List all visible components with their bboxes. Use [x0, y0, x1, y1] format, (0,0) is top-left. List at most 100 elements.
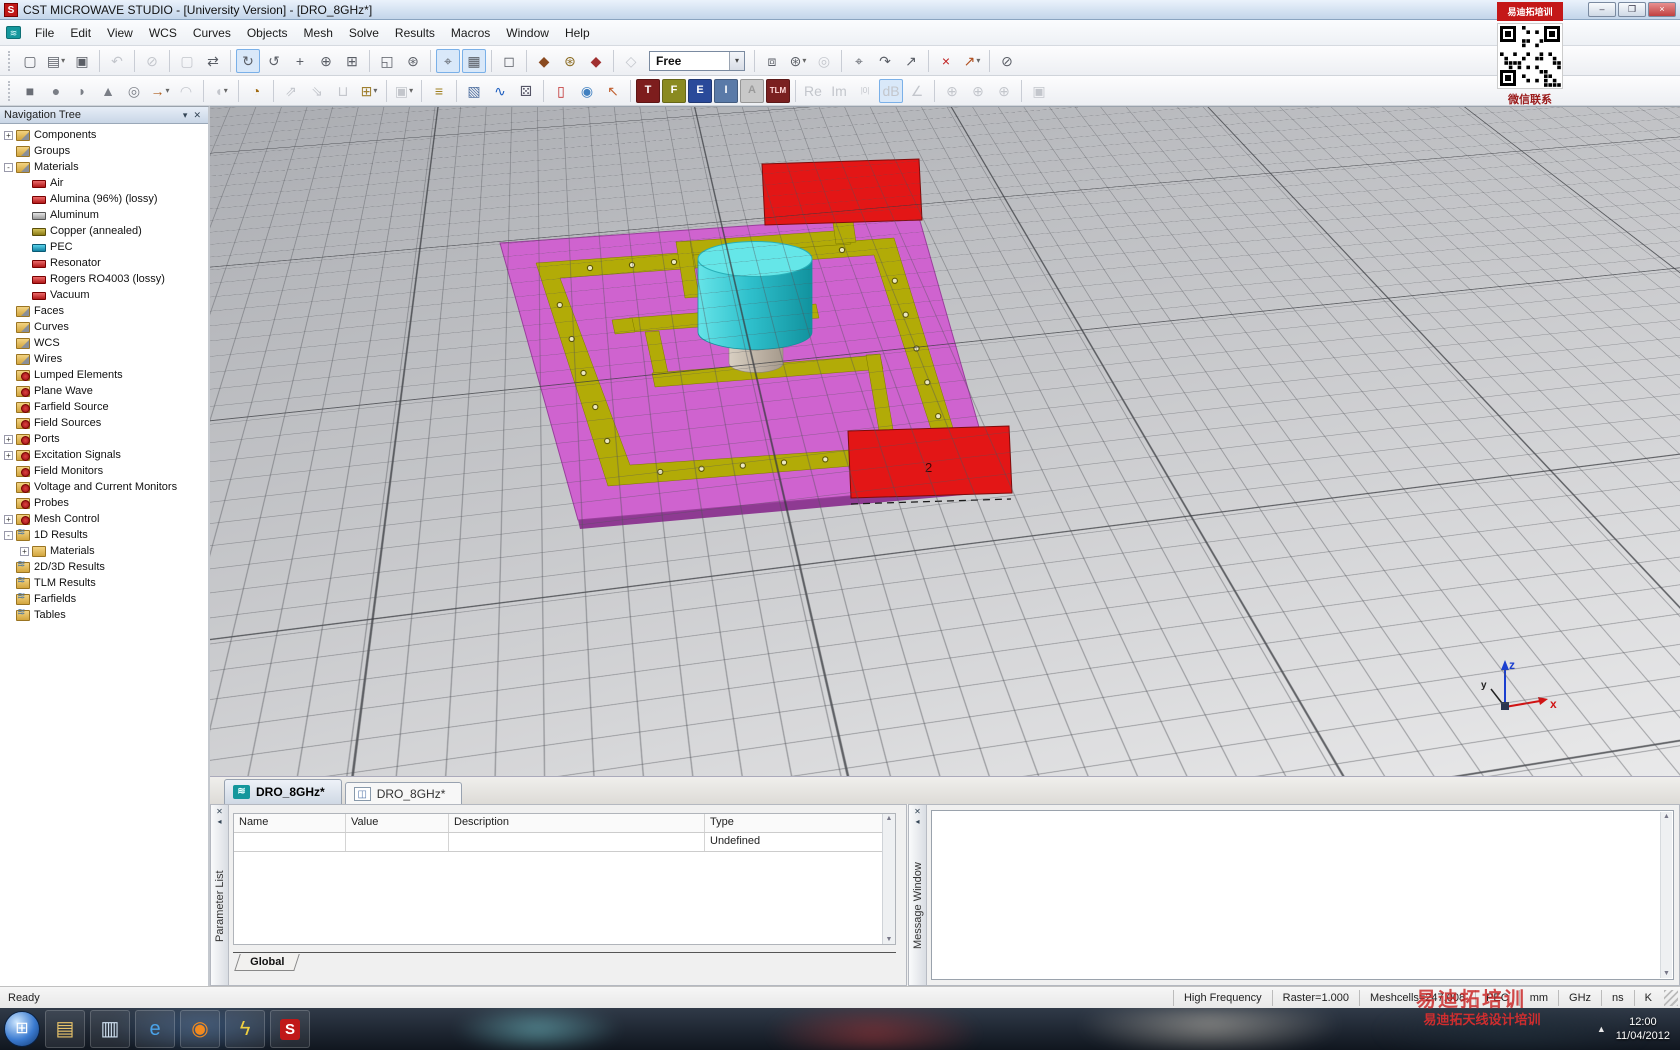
blend-icon[interactable]: ◖ ▾: [209, 79, 233, 103]
taskbar-cst-studio-icon[interactable]: S: [270, 1010, 310, 1048]
tree-item-voltage-and-current-monitors[interactable]: Voltage and Current Monitors: [0, 479, 208, 495]
tree-item-tlm-results[interactable]: TLM Results: [0, 575, 208, 591]
column-header-name[interactable]: Name: [234, 814, 346, 832]
create-torus-icon[interactable]: ◎: [122, 79, 146, 103]
tree-item-copper-annealed[interactable]: Copper (annealed): [0, 223, 208, 239]
panel-close-icon[interactable]: ✕: [216, 807, 223, 817]
parameter-table-scrollbar[interactable]: ▲ ▼: [882, 814, 895, 944]
new-component-icon[interactable]: ⊞ ▾: [357, 79, 381, 103]
tree-expander-icon[interactable]: +: [4, 514, 13, 524]
tree-item-ports[interactable]: + Ports: [0, 431, 208, 447]
abort-icon[interactable]: ⊘: [140, 49, 164, 73]
align-wcs-icon[interactable]: ↷: [873, 49, 897, 73]
units-icon[interactable]: ≡: [427, 79, 451, 103]
frequency-range-icon[interactable]: ∿: [488, 79, 512, 103]
tree-expander-icon[interactable]: -: [4, 162, 13, 172]
tree-item-air[interactable]: Air: [0, 175, 208, 191]
time-solver-icon[interactable]: T: [636, 78, 660, 103]
menu-wcs[interactable]: WCS: [141, 24, 185, 42]
global-parameters-tab[interactable]: Global: [234, 954, 300, 971]
tree-item-rogers-ro4003-lossy[interactable]: Rogers RO4003 (lossy): [0, 271, 208, 287]
loft-icon[interactable]: ◠: [174, 79, 198, 103]
chevron-down-icon[interactable]: ▾: [165, 86, 169, 95]
tree-item-resonator[interactable]: Resonator: [0, 255, 208, 271]
reset-view-icon[interactable]: ◱: [375, 49, 399, 73]
boundary-conditions-icon[interactable]: ⚄: [514, 79, 538, 103]
column-header-description[interactable]: Description: [449, 814, 705, 832]
create-sphere-icon[interactable]: ●: [44, 79, 68, 103]
rotate-in-plane-icon[interactable]: ↺: [262, 49, 286, 73]
minimize-button[interactable]: –: [1588, 2, 1616, 17]
show-working-plane-raster-icon[interactable]: ▦: [462, 48, 486, 73]
transform-wcs-icon[interactable]: ↗: [899, 49, 923, 73]
chevron-down-icon[interactable]: ▾: [61, 56, 65, 65]
toolbar-grip[interactable]: [8, 80, 11, 101]
tree-item-farfield-source[interactable]: Farfield Source: [0, 399, 208, 415]
working-plane-properties-icon[interactable]: ⧈: [760, 49, 784, 73]
menu-help[interactable]: Help: [557, 24, 598, 42]
tree-expander-icon[interactable]: +: [20, 546, 29, 556]
column-header-value[interactable]: Value: [346, 814, 449, 832]
export-results-icon[interactable]: ▣: [1027, 79, 1051, 103]
history-list-icon[interactable]: ◔: [244, 79, 268, 103]
tree-expander-icon[interactable]: -: [4, 530, 13, 540]
tree-item-field-sources[interactable]: Field Sources: [0, 415, 208, 431]
pick-pointer-icon[interactable]: ↖: [601, 79, 625, 103]
plot-magnitude-icon[interactable]: |0|: [853, 79, 877, 103]
tree-item-2d-3d-results[interactable]: 2D/3D Results: [0, 559, 208, 575]
tree-item-lumped-elements[interactable]: Lumped Elements: [0, 367, 208, 383]
taskbar-firefox-icon[interactable]: ◉: [180, 1010, 220, 1048]
pick-mode-combo[interactable]: Free ▾: [649, 50, 745, 71]
scroll-down-icon[interactable]: ▼: [886, 936, 893, 943]
plot-real-icon[interactable]: Re: [801, 79, 825, 103]
tree-expander-icon[interactable]: +: [4, 130, 13, 140]
boolean-tool-icon[interactable]: ⊔: [331, 79, 355, 103]
tree-item-materials[interactable]: - Materials: [0, 159, 208, 175]
taskbar-media-app-icon[interactable]: ϟ: [225, 1010, 265, 1048]
plot-phase-icon[interactable]: ∠: [905, 79, 929, 103]
tree-item-components[interactable]: + Components: [0, 127, 208, 143]
wireframe-view-icon[interactable]: ◻: [497, 49, 521, 73]
scroll-up-icon[interactable]: ▲: [1663, 813, 1670, 820]
material-parameters-icon[interactable]: ⊛: [558, 49, 582, 73]
create-brick-icon[interactable]: ■: [18, 79, 42, 103]
chevron-down-icon[interactable]: ▾: [409, 86, 413, 95]
tree-item-plane-wave[interactable]: Plane Wave: [0, 383, 208, 399]
panel-close-icon[interactable]: ✕: [914, 807, 921, 817]
panel-pin-icon[interactable]: ◂: [915, 817, 919, 827]
menu-view[interactable]: View: [99, 24, 141, 42]
material-tool-brown-icon[interactable]: ◆: [532, 49, 556, 73]
extrude-icon[interactable]: → ▾: [148, 79, 172, 103]
local-wcs-icon[interactable]: ⌖: [847, 49, 871, 73]
pick-points-icon[interactable]: ↗ ▾: [960, 49, 984, 73]
tree-item-aluminum[interactable]: Aluminum: [0, 207, 208, 223]
toolbar-grip[interactable]: [8, 50, 11, 71]
tree-item-tables[interactable]: Tables: [0, 607, 208, 623]
tree-item-excitation-signals[interactable]: + Excitation Signals: [0, 447, 208, 463]
document-tab-model[interactable]: ≋ DRO_8GHz*: [224, 779, 342, 804]
save-icon[interactable]: ▣: [70, 49, 94, 73]
panel-close-icon[interactable]: ✕: [190, 110, 204, 121]
tree-item-materials[interactable]: + Materials: [0, 543, 208, 559]
document-tab-schematic[interactable]: ◫ DRO_8GHz*: [344, 782, 463, 804]
rotate-view-icon[interactable]: ↻: [236, 48, 260, 73]
chevron-down-icon[interactable]: ▾: [802, 56, 806, 65]
zoom-rectangle-icon[interactable]: ⊞: [340, 49, 364, 73]
scroll-down-icon[interactable]: ▼: [1663, 970, 1670, 977]
shape-blend-icon[interactable]: ◇: [619, 49, 643, 73]
material-tool-red-icon[interactable]: ◆: [584, 49, 608, 73]
asymptotic-solver-icon[interactable]: A: [740, 78, 764, 103]
column-header-type[interactable]: Type: [705, 814, 895, 832]
tree-item-vacuum[interactable]: Vacuum: [0, 287, 208, 303]
chevron-down-icon[interactable]: ▾: [729, 51, 744, 70]
3d-viewport[interactable]: 2 z x y: [210, 106, 1680, 776]
slice-tool-icon[interactable]: ×: [934, 49, 958, 73]
tree-item-mesh-control[interactable]: + Mesh Control: [0, 511, 208, 527]
global-mesh-properties-icon[interactable]: ⊛ ▾: [786, 49, 810, 73]
open-file-icon[interactable]: ▤ ▾: [44, 49, 68, 73]
resize-grip[interactable]: [1664, 989, 1678, 1006]
integral-solver-icon[interactable]: I: [714, 78, 738, 103]
tree-item-1d-results[interactable]: - 1D Results: [0, 527, 208, 543]
restore-button[interactable]: ❐: [1618, 2, 1646, 17]
farfield-plot-2-icon[interactable]: ⊕: [966, 79, 990, 103]
